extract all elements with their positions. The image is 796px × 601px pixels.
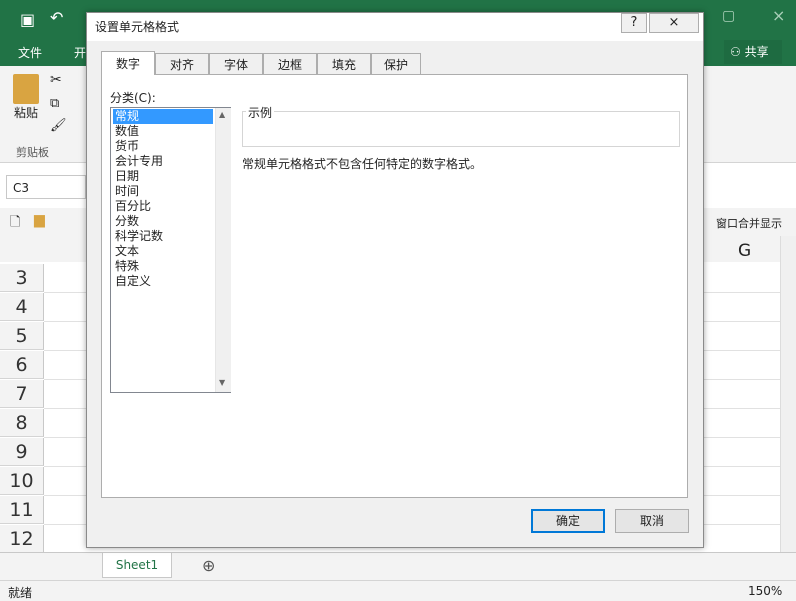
sheet-bar: Sheet1 ⊕ xyxy=(0,552,796,581)
minimize-icon[interactable]: ▢ xyxy=(722,8,735,24)
category-item[interactable]: 科学记数 xyxy=(113,229,213,244)
sheet-tab-sheet1[interactable]: Sheet1 xyxy=(102,553,172,578)
tab-1[interactable]: 对齐 xyxy=(155,53,209,75)
category-item[interactable]: 文本 xyxy=(113,244,213,259)
open-folder-icon[interactable]: ▆ xyxy=(34,212,45,228)
dialog-close-button[interactable]: × xyxy=(649,13,699,33)
category-item[interactable]: 数值 xyxy=(113,124,213,139)
close-window-icon[interactable]: × xyxy=(772,6,785,25)
format-description: 常规单元格格式不包含任何特定的数字格式。 xyxy=(242,157,483,171)
category-label: 分类(C): xyxy=(110,91,156,105)
category-item[interactable]: 百分比 xyxy=(113,199,213,214)
scroll-up-icon[interactable]: ▲ xyxy=(219,110,225,119)
vertical-scrollbar[interactable] xyxy=(780,236,796,552)
user-icon: ⚇ xyxy=(730,45,741,59)
zoom-level[interactable]: 150% xyxy=(748,584,782,598)
tab-home[interactable]: 开 xyxy=(74,44,86,61)
sheet-tab-label: Sheet1 xyxy=(115,558,159,572)
row-header[interactable]: 10 xyxy=(0,467,44,495)
merge-show-label[interactable]: 窗口合并显示 xyxy=(716,215,782,231)
new-file-icon[interactable]: 🗋 xyxy=(10,213,20,235)
share-label: 共享 xyxy=(744,45,769,59)
sample-label: 示例 xyxy=(246,104,275,121)
category-item[interactable]: 自定义 xyxy=(113,274,213,289)
cut-icon[interactable]: ✂ xyxy=(50,72,62,88)
row-header[interactable]: 4 xyxy=(0,293,44,321)
category-item[interactable]: 货币 xyxy=(113,139,213,154)
dialog-title-bar[interactable]: 设置单元格格式 ? × xyxy=(87,13,703,41)
status-text: 就绪 xyxy=(8,586,33,600)
row-header[interactable]: 7 xyxy=(0,380,44,408)
category-list[interactable]: 常规 数值 货币 会计专用 日期 时间 百分比 分数 科学记数 文本 特殊 自定义 ▲ ▼ xyxy=(110,107,231,393)
row-header[interactable]: 6 xyxy=(0,351,44,379)
add-sheet-icon[interactable]: ⊕ xyxy=(202,556,215,575)
name-box[interactable]: C3 xyxy=(6,175,86,199)
paste-label: 粘贴 xyxy=(13,106,38,120)
category-item[interactable]: 时间 xyxy=(113,184,213,199)
row-header[interactable]: 9 xyxy=(0,438,44,466)
category-item[interactable]: 日期 xyxy=(113,169,213,184)
cancel-button[interactable]: 取消 xyxy=(615,509,689,533)
clipboard-group-label: 剪贴板 xyxy=(16,146,49,159)
status-bar: 就绪 150% xyxy=(0,580,796,601)
format-cells-dialog: 设置单元格格式 ? × 数字 对齐 字体 边框 填充 保护 分类(C): 常规 数值 货币 会计… xyxy=(86,12,704,548)
number-tab-panel: 分类(C): 常规 数值 货币 会计专用 日期 时间 百分比 分数 科学记数 文本 特殊 自定义 ▲ … xyxy=(101,74,688,498)
row-header[interactable]: 5 xyxy=(0,322,44,350)
dialog-title: 设置单元格格式 xyxy=(95,20,180,34)
format-painter-icon[interactable]: 🖌 xyxy=(50,118,67,133)
category-scrollbar[interactable]: ▲ ▼ xyxy=(215,108,231,392)
clipboard-icon xyxy=(13,74,39,104)
tab-3[interactable]: 边框 xyxy=(263,53,317,75)
col-g-header[interactable]: G xyxy=(738,241,751,261)
ok-button[interactable]: 确定 xyxy=(531,509,605,533)
save-icon[interactable]: ▣ xyxy=(20,10,35,29)
undo-icon[interactable]: ↶ xyxy=(50,8,63,27)
tab-0[interactable]: 数字 xyxy=(101,51,155,75)
tab-4[interactable]: 填充 xyxy=(317,53,371,75)
category-item[interactable]: 会计专用 xyxy=(113,154,213,169)
share-button[interactable]: ⚇ 共享 xyxy=(724,40,782,64)
tab-5[interactable]: 保护 xyxy=(371,53,421,75)
row-header[interactable]: 3 xyxy=(0,264,44,292)
copy-icon[interactable]: ⧉ xyxy=(50,96,59,111)
help-button[interactable]: ? xyxy=(621,13,647,33)
row-header[interactable]: 11 xyxy=(0,496,44,524)
category-item[interactable]: 常规 xyxy=(113,109,213,124)
tab-file[interactable]: 文件 xyxy=(18,44,42,61)
category-item[interactable]: 特殊 xyxy=(113,259,213,274)
row-header[interactable]: 8 xyxy=(0,409,44,437)
tab-2[interactable]: 字体 xyxy=(209,53,263,75)
scroll-down-icon[interactable]: ▼ xyxy=(219,378,225,387)
row-header[interactable]: 12 xyxy=(0,525,44,553)
category-item[interactable]: 分数 xyxy=(113,214,213,229)
sample-box xyxy=(242,111,680,147)
paste-button[interactable]: 粘贴 xyxy=(8,74,44,136)
